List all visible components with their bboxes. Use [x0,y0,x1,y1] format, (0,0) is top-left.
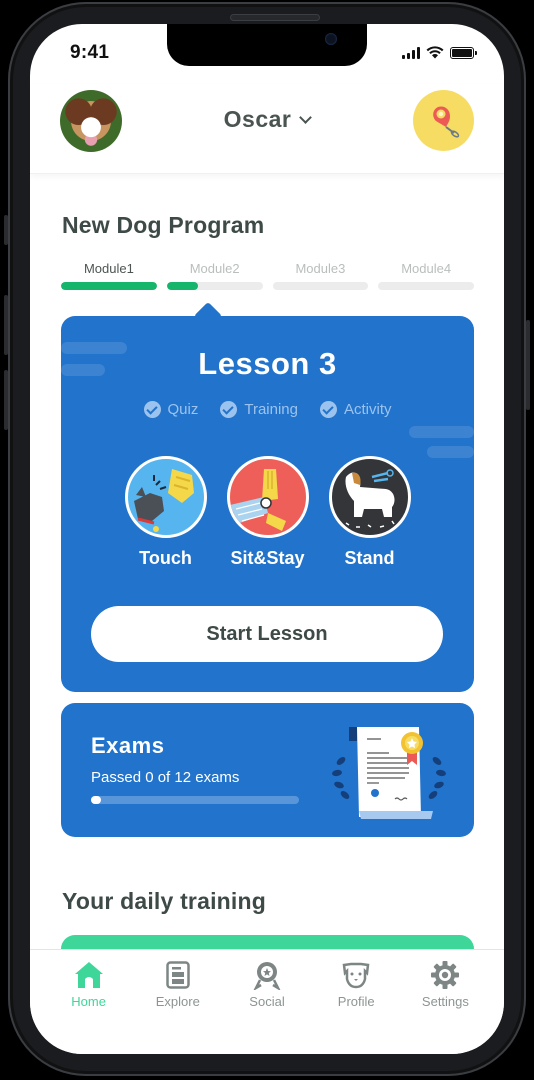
check-circle-icon [220,401,238,418]
lesson-tags: Quiz Training Activity [61,401,474,418]
wifi-icon [426,46,444,59]
tab-explore[interactable]: Explore [133,950,222,1054]
tag-quiz: Quiz [143,401,198,418]
tag-training: Training [220,401,298,418]
tab-bar: Home Explore Social Profile Settings [30,949,504,1054]
cloud-decoration [409,426,474,438]
tab-settings[interactable]: Settings [401,950,490,1054]
module-progress-bar [61,282,157,290]
daily-training-title: Your daily training [62,888,267,914]
start-lesson-button[interactable]: Start Lesson [91,606,443,662]
module-progress-bar [166,282,263,290]
skill-label: Touch [139,548,192,568]
volume-down-button [4,370,8,430]
module-label: Module1 [83,261,134,276]
lesson-pointer [193,301,223,331]
status-time: 9:41 [70,42,110,63]
program-title: New Dog Program [62,212,265,238]
screen: 9:41 Oscar New Dog Program Module1 Modul… [30,24,504,1054]
module-label: Module4 [401,261,452,276]
volume-up-button [4,295,8,355]
tab-profile[interactable]: Profile [312,950,401,1054]
home-icon [74,960,104,990]
check-circle-icon [143,401,161,418]
camera [325,33,337,45]
clicker-icon [432,105,459,138]
signal-icon [402,46,420,59]
tab-home[interactable]: Home [44,950,133,1054]
exams-title: Exams [91,733,165,758]
header: Oscar [30,84,504,174]
chevron-down-icon [299,111,313,124]
touch-illustration [124,456,207,538]
lesson-skills: Touch Sit&Stay Stand [61,456,474,569]
clicker-button[interactable] [413,90,474,151]
exams-progress-fill [91,796,101,804]
module-tab[interactable]: Module4 [378,261,474,290]
battery-icon [450,46,477,59]
status-icons [402,46,477,59]
tag-activity: Activity [319,401,392,418]
explore-icon [163,960,193,990]
lesson-title: Lesson 3 [198,346,337,381]
module-progress-bar [378,282,474,290]
skill-sit-stay[interactable]: Sit&Stay [226,456,309,569]
exams-card[interactable]: Exams Passed 0 of 12 exams [61,703,474,837]
certificate-illustration [332,727,446,819]
module-label: Module3 [295,261,346,276]
exams-progress-text: Passed 0 of 12 exams [91,769,240,786]
social-icon [252,960,282,990]
profile-icon [341,960,371,990]
module-tab[interactable]: Module2 [166,261,263,290]
module-tab[interactable]: Module1 [61,261,157,290]
dog-name: Oscar [223,106,292,132]
lesson-card[interactable]: Lesson 3 Quiz Training Activity Touch Si… [61,301,474,692]
skill-touch[interactable]: Touch [124,456,207,569]
settings-icon [430,960,460,990]
stand-illustration [328,456,411,538]
check-circle-icon [319,401,337,418]
module-progress-bar [272,282,369,290]
module-label: Module2 [189,261,240,276]
mute-switch [4,215,8,245]
module-tabs: Module1 Module2 Module3 Module4 [61,261,474,290]
sit-stay-illustration [226,456,309,538]
power-button [526,320,530,410]
exams-progress-bar [91,796,299,804]
speaker [230,14,320,21]
notch [167,24,367,66]
skill-label: Sit&Stay [230,548,305,568]
tab-social[interactable]: Social [222,950,311,1054]
skill-label: Stand [344,548,395,568]
module-progress-fill [61,282,157,290]
skill-stand[interactable]: Stand [328,456,411,569]
module-tab[interactable]: Module3 [272,261,369,290]
module-progress-fill [166,282,199,290]
